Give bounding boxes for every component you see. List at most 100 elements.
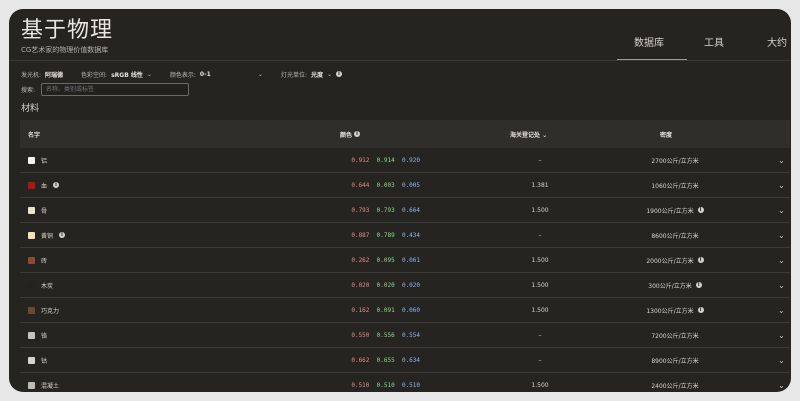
material-name: 钴	[41, 357, 48, 365]
material-name-cell: 砖	[28, 256, 47, 265]
table-row[interactable]: 铬 0.550 0.556 0.554 – 7200公斤/立方米 ⌄	[20, 323, 790, 348]
column-name[interactable]: 名字	[28, 130, 40, 139]
material-name: 木炭	[41, 282, 54, 290]
chevron-down-icon[interactable]: ⌄	[778, 331, 785, 340]
chevron-down-icon[interactable]: ⌄	[778, 281, 785, 290]
color-values: 0.662 0.655 0.634	[290, 357, 420, 364]
ior-value: –	[538, 356, 542, 364]
color-swatch	[28, 306, 35, 314]
material-name: 血	[41, 182, 48, 190]
header-divider	[9, 60, 791, 61]
material-name: 砖	[41, 257, 48, 265]
ior-value: 1.500	[531, 206, 549, 214]
chevron-down-icon[interactable]: ⌄	[778, 256, 785, 265]
chevron-down-icon[interactable]: ⌄	[258, 71, 263, 78]
info-icon[interactable]: i	[697, 257, 704, 263]
chevron-down-icon[interactable]: ⌄	[778, 356, 785, 365]
color-values: 0.020 0.020 0.020	[290, 282, 420, 289]
column-color-label: 颜色	[340, 131, 353, 139]
illuminant-select[interactable]: 阿瑞德	[45, 70, 63, 79]
colorspace-select[interactable]: sRGB 线性	[111, 70, 143, 79]
red-value: 0.550	[351, 331, 370, 339]
search-row: 搜索:	[21, 83, 190, 96]
chevron-down-icon[interactable]: ⌄	[778, 156, 785, 165]
density-cell: 1060公斤/立方米	[610, 181, 740, 190]
material-name-cell: 血 i	[28, 181, 60, 190]
density-cell: 2700公斤/立方米	[610, 156, 740, 165]
red-value: 0.912	[351, 156, 370, 164]
light-unit-select[interactable]: 光度	[311, 70, 323, 79]
chevron-down-icon[interactable]: ⌄	[778, 181, 785, 190]
blue-value: 0.554	[401, 331, 420, 339]
info-icon[interactable]: i	[695, 282, 702, 288]
red-value: 0.887	[351, 231, 370, 239]
ior-value: 1.500	[531, 281, 549, 289]
color-values: 0.912 0.914 0.920	[290, 157, 420, 164]
chevron-down-icon[interactable]: ⌄	[778, 306, 785, 315]
info-icon[interactable]: i	[59, 232, 66, 238]
density-cell: 8600公斤/立方米	[610, 231, 740, 240]
density-value: 2700公斤/立方米	[651, 157, 699, 165]
green-value: 0.020	[376, 281, 395, 289]
table-row[interactable]: 骨 0.793 0.793 0.664 1.500 1900公斤/立方米 i ⌄	[20, 198, 790, 223]
ior-value: 1.500	[531, 256, 549, 264]
column-color[interactable]: 颜色 i	[340, 130, 361, 139]
info-icon[interactable]: i	[697, 207, 704, 213]
blue-value: 0.020	[401, 281, 420, 289]
ior-value: 1.500	[531, 381, 549, 389]
green-value: 0.510	[376, 381, 395, 389]
table-header: 名字 颜色 i 海关登记处 ⌄ 密度	[20, 120, 790, 148]
table-row[interactable]: 混凝土 0.510 0.510 0.510 1.500 2400公斤/立方米 ⌄	[20, 373, 790, 392]
section-title: 材料	[21, 104, 40, 114]
color-values: 0.510 0.510 0.510	[290, 382, 420, 389]
density-value: 2000公斤/立方米	[646, 257, 694, 265]
color-swatch	[28, 281, 35, 289]
material-name: 铬	[41, 332, 48, 340]
search-input[interactable]	[41, 83, 190, 96]
column-ior[interactable]: 海关登记处 ⌄	[510, 130, 547, 139]
color-swatch	[28, 206, 35, 214]
nav-database[interactable]: 数据库	[634, 34, 664, 49]
nav-tools[interactable]: 工具	[704, 34, 724, 49]
materials-table: 名字 颜色 i 海关登记处 ⌄ 密度 铝 0.912 0.914 0.920 –…	[20, 120, 790, 392]
table-row[interactable]: 铝 0.912 0.914 0.920 – 2700公斤/立方米 ⌄	[20, 148, 790, 173]
table-row[interactable]: 钴 0.662 0.655 0.634 – 8900公斤/立方米 ⌄	[20, 348, 790, 373]
material-name-cell: 巧克力	[28, 306, 59, 315]
material-name: 骨	[41, 207, 48, 215]
color-swatch	[28, 231, 35, 239]
table-row[interactable]: 木炭 0.020 0.020 0.020 1.500 300公斤/立方米 i ⌄	[20, 273, 790, 298]
color-swatch	[28, 181, 35, 189]
green-value: 0.793	[376, 206, 395, 214]
green-value: 0.655	[376, 356, 395, 364]
column-density[interactable]: 密度	[660, 130, 672, 139]
logo[interactable]: 基于物理 CG艺术家的物理价值数据库	[21, 18, 113, 55]
chevron-down-icon[interactable]: ⌄	[778, 381, 785, 390]
blue-value: 0.920	[401, 156, 420, 164]
chevron-down-icon[interactable]: ⌄	[778, 206, 785, 215]
info-icon[interactable]: i	[354, 131, 361, 137]
material-name-cell: 铬	[28, 331, 47, 340]
table-row[interactable]: 黄铜 i 0.887 0.789 0.434 – 8600公斤/立方米 ⌄	[20, 223, 790, 248]
color-repr-select[interactable]: 0-1	[200, 71, 254, 78]
app-window: 基于物理 CG艺术家的物理价值数据库 数据库 工具 大约 发光机: 阿瑞德 色彩…	[9, 9, 791, 392]
red-value: 0.262	[351, 256, 370, 264]
illuminant-label: 发光机:	[21, 71, 42, 79]
table-row[interactable]: 血 i 0.644 0.003 0.005 1.381 1060公斤/立方米 ⌄	[20, 173, 790, 198]
info-icon[interactable]: i	[697, 307, 704, 313]
blue-value: 0.434	[401, 231, 420, 239]
chevron-down-icon[interactable]: ⌄	[327, 71, 332, 78]
info-icon[interactable]: i	[53, 182, 60, 188]
density-value: 2400公斤/立方米	[651, 382, 699, 390]
material-name: 黄铜	[41, 232, 54, 240]
table-row[interactable]: 巧克力 0.162 0.091 0.060 1.500 1300公斤/立方米 i…	[20, 298, 790, 323]
table-row[interactable]: 砖 0.262 0.095 0.061 1.500 2000公斤/立方米 i ⌄	[20, 248, 790, 273]
green-value: 0.095	[376, 256, 395, 264]
nav-about[interactable]: 大约	[767, 34, 787, 49]
chevron-down-icon[interactable]: ⌄	[778, 231, 785, 240]
red-value: 0.662	[351, 356, 370, 364]
light-unit-label: 灯光单位:	[280, 71, 307, 79]
material-name-cell: 骨	[28, 206, 47, 215]
color-values: 0.262 0.095 0.061	[290, 257, 420, 264]
info-icon[interactable]: i	[336, 71, 343, 77]
chevron-down-icon[interactable]: ⌄	[147, 71, 152, 78]
